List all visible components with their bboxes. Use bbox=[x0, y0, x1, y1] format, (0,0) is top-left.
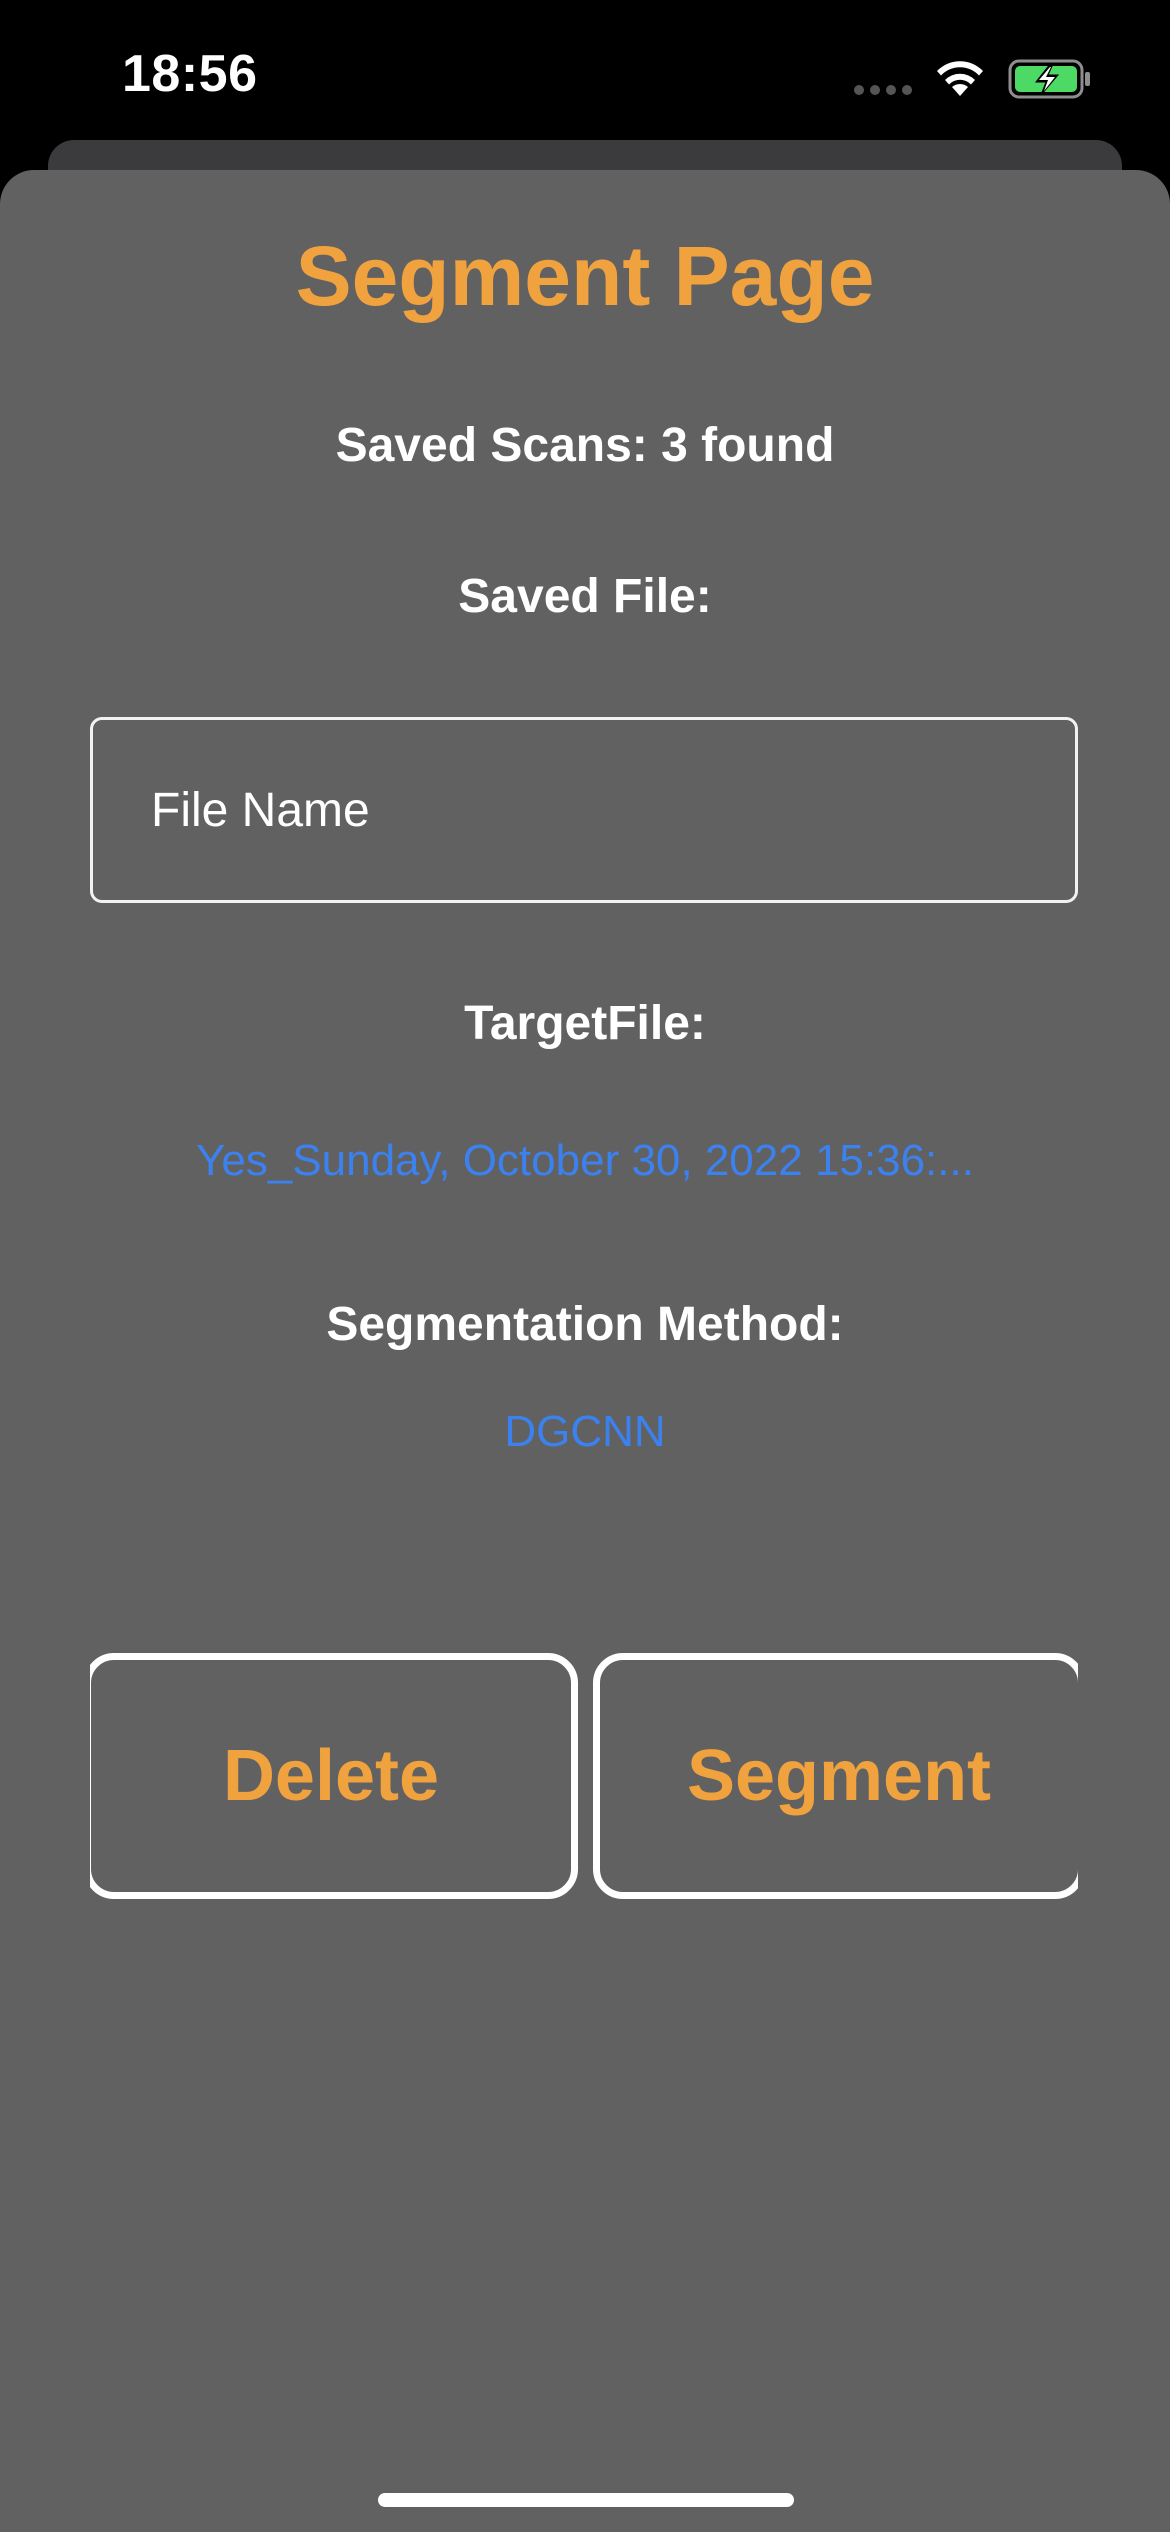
saved-file-label: Saved File: bbox=[458, 570, 712, 623]
home-indicator[interactable] bbox=[378, 2493, 794, 2507]
delete-button[interactable]: Delete bbox=[84, 1653, 578, 1899]
button-row-clip-left bbox=[80, 1640, 90, 1910]
button-row-clip-right bbox=[1078, 1640, 1098, 1910]
segmentation-method-label: Segmentation Method: bbox=[326, 1298, 844, 1351]
target-file-picker[interactable]: Yes_Sunday, October 30, 2022 15:36:... bbox=[0, 1136, 1170, 1186]
screen: 18:56 Segment Page Saved Scans: 3 found … bbox=[0, 0, 1170, 2532]
saved-scans-count: Saved Scans: 3 found bbox=[335, 419, 835, 472]
page-title: Segment Page bbox=[295, 229, 875, 323]
segmentation-method-picker[interactable]: DGCNN bbox=[0, 1407, 1170, 1457]
file-name-input[interactable] bbox=[90, 717, 1078, 903]
cellular-signal-icon bbox=[854, 85, 912, 95]
target-file-label: TargetFile: bbox=[464, 997, 706, 1050]
segment-button[interactable]: Segment bbox=[593, 1653, 1085, 1899]
battery-charging-icon bbox=[1008, 59, 1090, 99]
status-time: 18:56 bbox=[122, 45, 258, 103]
wifi-icon bbox=[937, 61, 983, 96]
status-bar: 18:56 bbox=[0, 0, 1170, 150]
